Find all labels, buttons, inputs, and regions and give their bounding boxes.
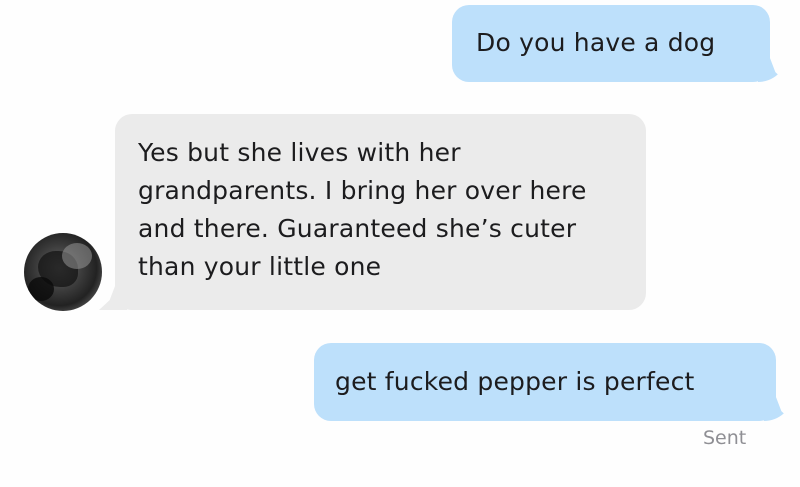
bubble-tail xyxy=(764,395,792,421)
message-text-line: than your little one xyxy=(138,252,382,281)
message-text: Do you have a dog xyxy=(476,28,716,57)
bubble-tail xyxy=(758,56,786,82)
message-text-line: and there. Guaranteed she’s cuter xyxy=(138,214,577,243)
message-text-line: grandparents. I bring her over here xyxy=(138,176,587,205)
chat-thread: Do you have a dog Yes but she lives with… xyxy=(0,0,800,487)
message-text-line: Yes but she lives with her xyxy=(138,138,461,167)
bubble-tail xyxy=(99,284,127,310)
message-text: get fucked pepper is perfect xyxy=(335,367,695,396)
sent-status-label: Sent xyxy=(703,427,747,449)
incoming-message-bubble[interactable]: Yes but she lives with her grandparents.… xyxy=(115,114,646,310)
outgoing-message-bubble[interactable]: get fucked pepper is perfect xyxy=(314,343,776,421)
avatar[interactable] xyxy=(24,233,102,311)
outgoing-message-bubble[interactable]: Do you have a dog xyxy=(452,5,770,82)
